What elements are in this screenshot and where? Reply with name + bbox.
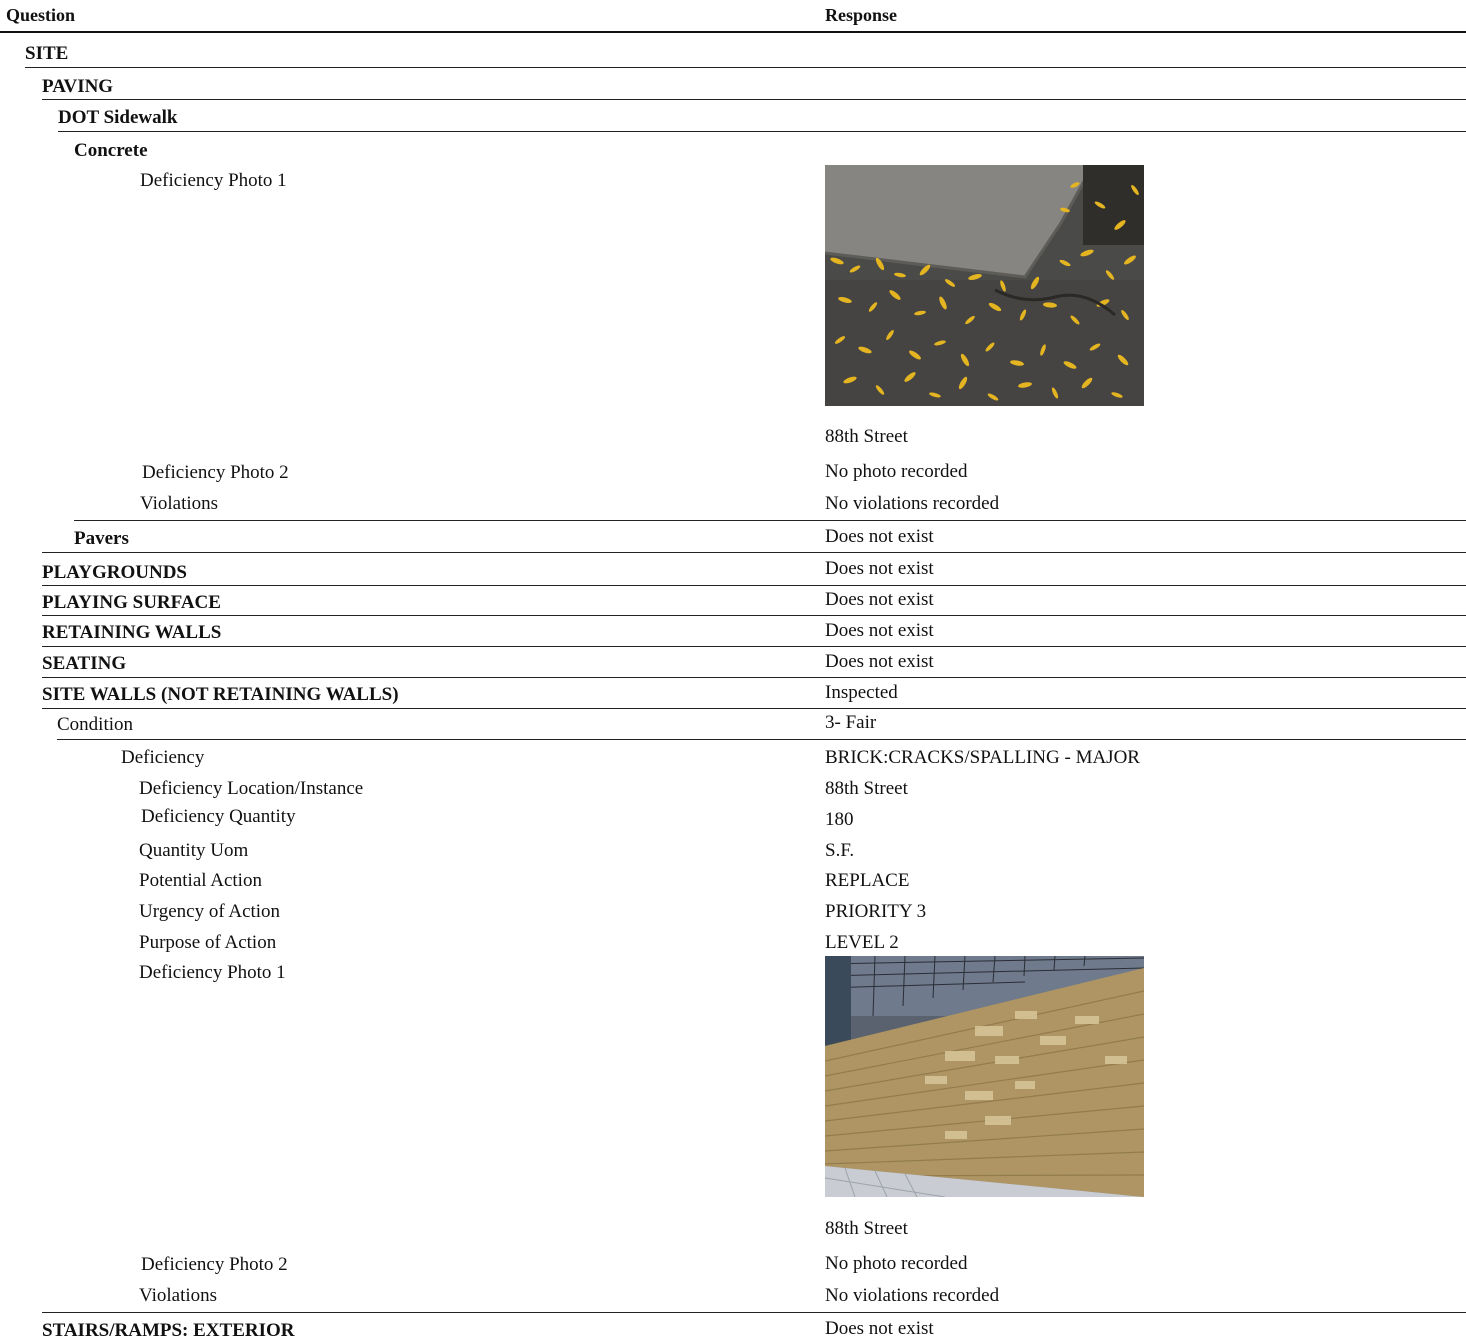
site-walls-photo2-value: No photo recorded: [825, 1253, 968, 1274]
divider-site: [25, 67, 1466, 68]
divider-site-walls: [42, 708, 1466, 709]
pavers-response: Does not exist: [825, 526, 934, 547]
urgency-value: PRIORITY 3: [825, 901, 927, 922]
divider-seating: [42, 677, 1466, 678]
playgrounds-response: Does not exist: [825, 558, 934, 579]
concrete-deficiency-photo: [825, 165, 1144, 406]
uom-value: S.F.: [825, 840, 855, 861]
divider-site-walls-end: [42, 1312, 1466, 1313]
section-concrete: Concrete: [74, 140, 148, 161]
section-playing-surface: PLAYING SURFACE: [42, 592, 221, 613]
site-walls-photo2-label: Deficiency Photo 2: [141, 1254, 288, 1275]
site-walls-deficiency-photo: [825, 956, 1144, 1197]
site-walls-violations-value: No violations recorded: [825, 1285, 1000, 1306]
action-label: Potential Action: [139, 870, 262, 891]
divider-playing-surface: [42, 615, 1466, 616]
divider-paving: [42, 99, 1466, 100]
purpose-value: LEVEL 2: [825, 932, 899, 953]
divider-condition: [57, 739, 1466, 740]
condition-value: 3- Fair: [825, 712, 877, 733]
section-seating: SEATING: [42, 653, 127, 674]
condition-label: Condition: [57, 714, 134, 735]
concrete-violations-value: No violations recorded: [825, 493, 1000, 514]
divider-retaining-walls: [42, 646, 1466, 647]
divider-dot-sidewalk: [58, 131, 1466, 132]
divider-playgrounds: [42, 585, 1466, 586]
section-pavers: Pavers: [74, 528, 129, 549]
concrete-photo1-caption: 88th Street: [825, 426, 908, 447]
playing-surface-response: Does not exist: [825, 589, 934, 610]
quantity-label: Deficiency Quantity: [141, 806, 296, 827]
uom-label: Quantity Uom: [139, 840, 249, 861]
location-value: 88th Street: [825, 778, 908, 799]
location-label: Deficiency Location/Instance: [139, 778, 364, 799]
purpose-label: Purpose of Action: [139, 932, 277, 953]
seating-response: Does not exist: [825, 651, 934, 672]
section-site: SITE: [25, 43, 69, 64]
site-walls-response: Inspected: [825, 682, 898, 703]
deficiency-label: Deficiency: [121, 747, 205, 768]
divider-pavers: [42, 552, 1466, 553]
concrete-photo1-label: Deficiency Photo 1: [140, 170, 287, 191]
retaining-walls-response: Does not exist: [825, 620, 934, 641]
section-playgrounds: PLAYGROUNDS: [42, 562, 187, 583]
stairs-ramps-response: Does not exist: [825, 1318, 934, 1339]
section-paving: PAVING: [42, 76, 114, 97]
divider-concrete-end: [74, 520, 1466, 521]
concrete-photo2-label: Deficiency Photo 2: [142, 462, 289, 483]
concrete-violations-label: Violations: [140, 493, 219, 514]
site-walls-photo1-caption: 88th Street: [825, 1218, 908, 1239]
section-retaining-walls: RETAINING WALLS: [42, 622, 222, 643]
concrete-photo2-value: No photo recorded: [825, 461, 968, 482]
section-dot-sidewalk: DOT Sidewalk: [58, 107, 178, 128]
urgency-label: Urgency of Action: [139, 901, 281, 922]
deficiency-value: BRICK:CRACKS/SPALLING - MAJOR: [825, 747, 1140, 768]
header-divider: [0, 31, 1466, 33]
question-column-header: Question: [6, 5, 76, 25]
action-value: REPLACE: [825, 870, 910, 891]
section-site-walls: SITE WALLS (NOT RETAINING WALLS): [42, 684, 399, 705]
quantity-value: 180: [825, 809, 854, 830]
section-stairs-ramps: STAIRS/RAMPS: EXTERIOR: [42, 1320, 295, 1341]
site-walls-violations-label: Violations: [139, 1285, 218, 1306]
response-column-header: Response: [825, 5, 898, 25]
site-walls-photo1-label: Deficiency Photo 1: [139, 962, 286, 983]
